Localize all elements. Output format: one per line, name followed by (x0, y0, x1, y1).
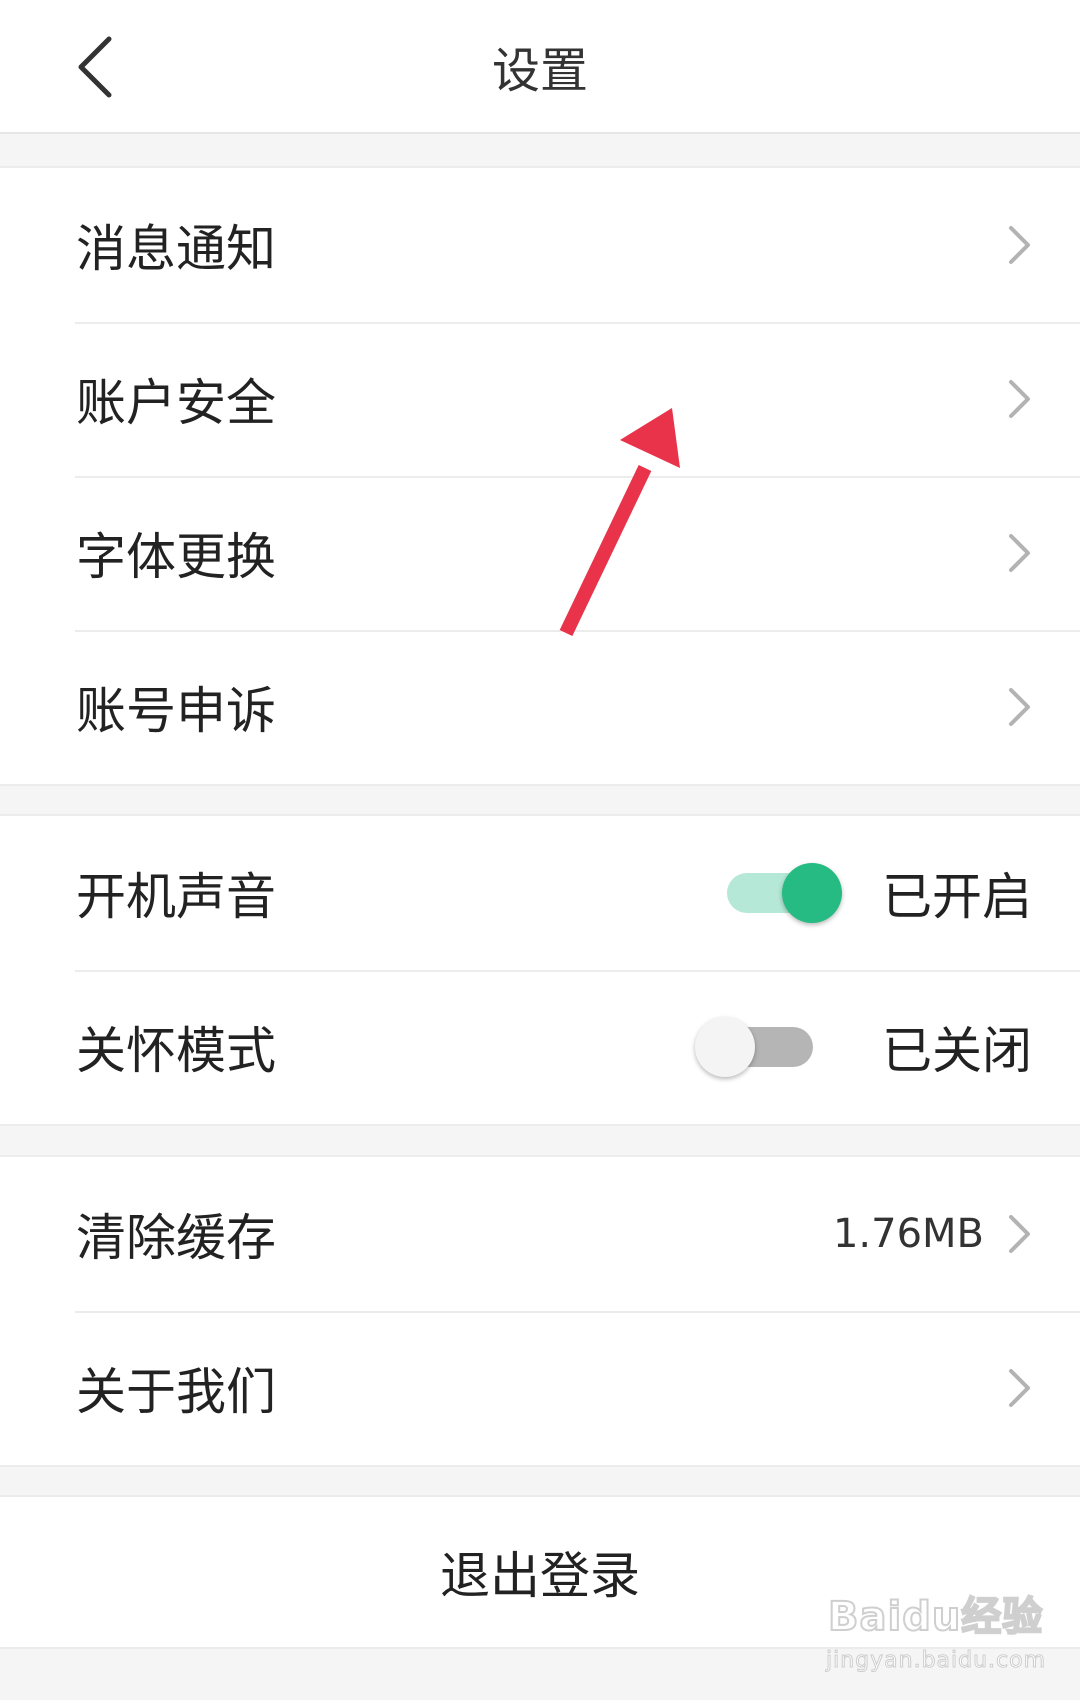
settings-row-account-security[interactable]: 账户安全 (0, 322, 1080, 476)
chevron-right-icon (1009, 534, 1030, 572)
chevron-right-icon (1009, 1215, 1030, 1253)
toggle-thumb (782, 863, 842, 923)
row-label: 关怀模式 (76, 1022, 276, 1080)
row-label: 字体更换 (76, 528, 276, 586)
startup-sound-toggle[interactable] (715, 816, 845, 970)
logout-button[interactable]: 退出登录 (0, 1495, 1080, 1649)
toggle-status-text: 已开启 (882, 868, 1032, 926)
row-label: 消息通知 (76, 220, 276, 278)
chevron-right-icon (1009, 226, 1030, 264)
settings-row-font-change[interactable]: 字体更换 (0, 476, 1080, 630)
row-label: 开机声音 (76, 868, 276, 926)
page-title: 设置 (491, 43, 588, 99)
settings-row-account-appeal[interactable]: 账号申诉 (0, 630, 1080, 784)
toggle-status-text: 已关闭 (882, 1022, 1032, 1080)
row-label: 账号申诉 (76, 682, 276, 740)
settings-row-startup-sound: 开机声音 已开启 (0, 816, 1080, 970)
row-label: 账户安全 (76, 374, 276, 432)
settings-group-toggles: 开机声音 已开启 关怀模式 已关闭 (0, 814, 1080, 1126)
top-bar: 设置 (0, 0, 1080, 134)
settings-row-clear-cache[interactable]: 清除缓存 1.76MB (0, 1157, 1080, 1311)
toggle-thumb (695, 1017, 755, 1077)
chevron-right-icon (1009, 688, 1030, 726)
row-label: 清除缓存 (76, 1209, 276, 1267)
settings-row-care-mode: 关怀模式 已关闭 (0, 970, 1080, 1124)
settings-group-general: 消息通知 账户安全 字体更换 账号申诉 (0, 166, 1080, 786)
cache-size-value: 1.76MB (832, 1211, 984, 1257)
settings-row-about-us[interactable]: 关于我们 (0, 1311, 1080, 1465)
settings-row-notifications[interactable]: 消息通知 (0, 168, 1080, 322)
settings-group-misc: 清除缓存 1.76MB 关于我们 (0, 1155, 1080, 1467)
row-label: 关于我们 (76, 1363, 276, 1421)
care-mode-toggle[interactable] (695, 970, 825, 1124)
chevron-right-icon (1009, 380, 1030, 418)
chevron-right-icon (1009, 1369, 1030, 1407)
watermark-url: jingyan.baidu.com (825, 1648, 1047, 1674)
